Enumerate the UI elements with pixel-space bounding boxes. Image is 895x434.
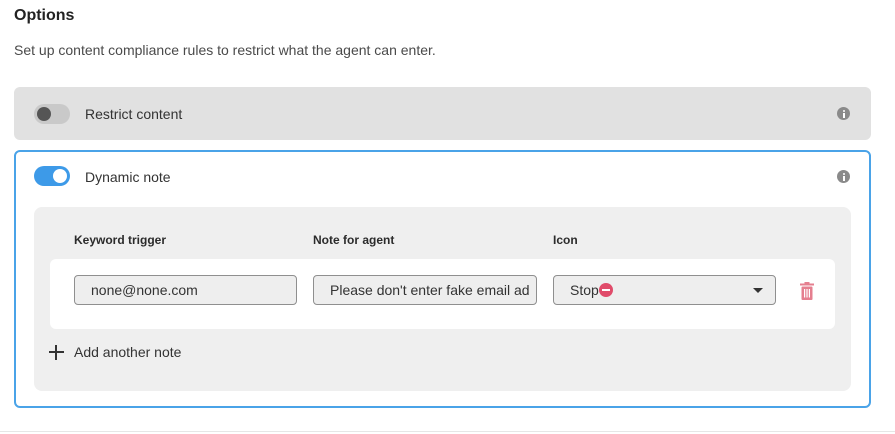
info-icon[interactable]: [837, 170, 850, 183]
trash-icon[interactable]: [800, 282, 814, 300]
add-another-note-label: Add another note: [74, 344, 182, 360]
note-row: none@none.com Please don't enter fake em…: [50, 259, 835, 329]
keyword-trigger-input[interactable]: none@none.com: [74, 275, 297, 305]
dynamic-note-card: Keyword trigger Note for agent Icon none…: [34, 207, 851, 391]
restrict-content-label: Restrict content: [85, 106, 183, 122]
dynamic-note-toggle[interactable]: [34, 166, 70, 186]
plus-icon: [49, 345, 64, 360]
icon-select-value: Stop: [570, 282, 599, 298]
toggle-knob: [37, 107, 51, 121]
stop-icon: [598, 283, 613, 297]
divider: [0, 431, 895, 432]
restrict-content-toggle[interactable]: [34, 104, 70, 124]
info-icon[interactable]: [837, 107, 850, 120]
dynamic-note-label: Dynamic note: [85, 169, 171, 185]
icon-header: Icon: [553, 233, 578, 247]
options-title: Options: [14, 7, 75, 24]
chevron-down-icon: [753, 288, 763, 293]
toggle-knob: [53, 169, 67, 183]
dynamic-note-panel: Dynamic note Keyword trigger Note for ag…: [14, 150, 871, 408]
note-for-agent-input[interactable]: Please don't enter fake email ad: [313, 275, 537, 305]
icon-select[interactable]: Stop: [553, 275, 776, 305]
note-for-agent-header: Note for agent: [313, 233, 395, 247]
keyword-trigger-header: Keyword trigger: [74, 233, 167, 247]
options-description: Set up content compliance rules to restr…: [14, 42, 436, 58]
restrict-content-panel: Restrict content: [14, 87, 871, 140]
